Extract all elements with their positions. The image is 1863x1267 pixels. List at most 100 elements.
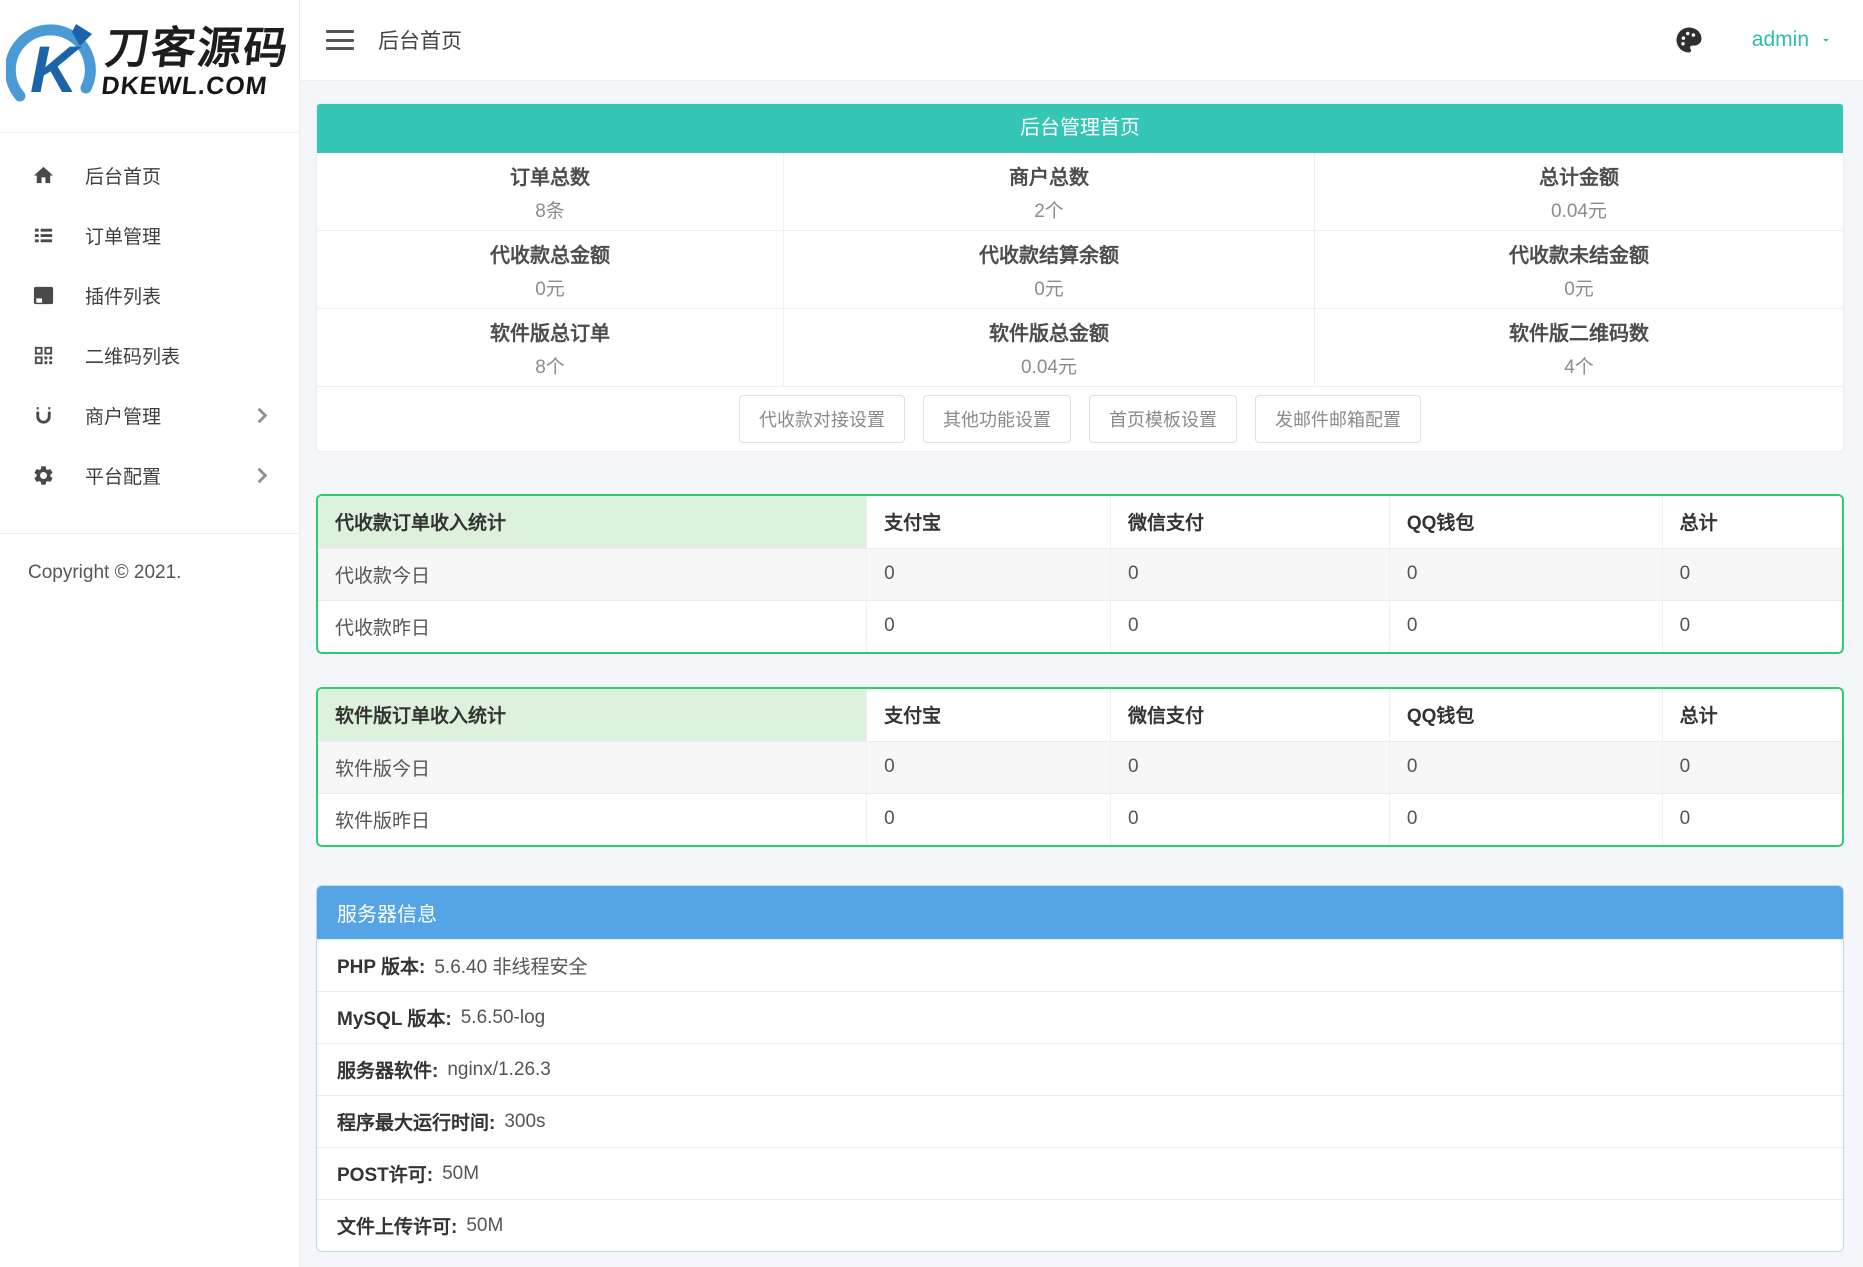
main-area: 后台首页 admin 后台管理首页 订单总数8条 商户总数2个 总计金额0.04… [300, 0, 1863, 1267]
cell-value: 0 [867, 548, 1111, 600]
username: admin [1752, 28, 1809, 52]
gear-icon [32, 464, 55, 487]
dashboard-panel-title: 后台管理首页 [317, 104, 1843, 153]
stat-collection-unsettled: 代收款未结金额0元 [1315, 231, 1843, 309]
svg-text:K: K [30, 32, 82, 106]
table-title: 代收款订单收入统计 [318, 496, 867, 548]
server-row-post-limit: POST许可:50M [317, 1147, 1843, 1199]
server-info-panel: 服务器信息 PHP 版本:5.6.40 非线程安全 MySQL 版本:5.6.5… [316, 885, 1844, 1252]
chevron-right-icon [250, 404, 273, 427]
column-qq-wallet: QQ钱包 [1389, 496, 1662, 548]
cell-value: 0 [1662, 741, 1842, 793]
page-title: 后台首页 [378, 25, 462, 55]
table-row: 软件版昨日 0 0 0 0 [318, 793, 1842, 845]
user-dropdown[interactable]: admin [1752, 28, 1833, 52]
cell-value: 0 [1389, 548, 1662, 600]
theme-palette-icon[interactable] [1674, 25, 1704, 55]
cell-value: 0 [1110, 741, 1389, 793]
sidebar-item-label: 商户管理 [85, 402, 250, 429]
qrcode-icon [32, 344, 55, 367]
sidebar-item-label: 订单管理 [85, 222, 273, 249]
column-alipay: 支付宝 [867, 689, 1111, 741]
stat-software-qrcodes: 软件版二维码数4个 [1315, 309, 1843, 387]
table-row: 代收款今日 0 0 0 0 [318, 548, 1842, 600]
column-wechat: 微信支付 [1110, 496, 1389, 548]
homepage-template-settings-button[interactable]: 首页模板设置 [1089, 395, 1237, 443]
cell-value: 0 [1110, 793, 1389, 845]
cell-value: 0 [1389, 741, 1662, 793]
cell-value: 0 [1662, 548, 1842, 600]
table-row: 代收款昨日 0 0 0 0 [318, 600, 1842, 652]
sidebar-item-label: 后台首页 [85, 162, 273, 189]
stats-grid: 订单总数8条 商户总数2个 总计金额0.04元 代收款总金额0元 代收款结算余额… [317, 153, 1843, 387]
stat-collection-total: 代收款总金额0元 [317, 231, 784, 309]
sidebar-item-platform-config[interactable]: 平台配置 [0, 445, 299, 505]
magnet-icon [32, 404, 55, 427]
topbar-right: admin [1674, 25, 1833, 55]
cell-value: 0 [1389, 600, 1662, 652]
brand-text: 刀客源码 DKEWL.COM [100, 26, 292, 101]
table-row: 软件版今日 0 0 0 0 [318, 741, 1842, 793]
sidebar-item-merchants[interactable]: 商户管理 [0, 385, 299, 445]
cell-value: 0 [1110, 600, 1389, 652]
sidebar-item-plugins[interactable]: 插件列表 [0, 265, 299, 325]
server-info-title: 服务器信息 [317, 886, 1843, 939]
home-icon [32, 164, 55, 187]
row-label: 软件版昨日 [318, 793, 867, 845]
column-qq-wallet: QQ钱包 [1389, 689, 1662, 741]
dashboard-panel: 后台管理首页 订单总数8条 商户总数2个 总计金额0.04元 代收款总金额0元 … [316, 103, 1844, 452]
cell-value: 0 [1662, 793, 1842, 845]
brand-k-icon: K [6, 12, 102, 116]
row-label: 代收款今日 [318, 548, 867, 600]
sidebar-item-home[interactable]: 后台首页 [0, 145, 299, 205]
column-total: 总计 [1662, 496, 1842, 548]
content: 后台管理首页 订单总数8条 商户总数2个 总计金额0.04元 代收款总金额0元 … [300, 81, 1863, 1267]
row-label: 代收款昨日 [318, 600, 867, 652]
server-row-php: PHP 版本:5.6.40 非线程安全 [317, 939, 1843, 991]
table-header-row: 软件版订单收入统计 支付宝 微信支付 QQ钱包 总计 [318, 689, 1842, 741]
sidebar-menu: 后台首页 订单管理 插件列表 二维码列表 商户管理 平台配置 [0, 133, 299, 505]
server-row-mysql: MySQL 版本:5.6.50-log [317, 991, 1843, 1043]
column-alipay: 支付宝 [867, 496, 1111, 548]
stat-collection-settled: 代收款结算余额0元 [784, 231, 1315, 309]
server-row-upload-limit: 文件上传许可:50M [317, 1199, 1843, 1251]
column-wechat: 微信支付 [1110, 689, 1389, 741]
topbar: 后台首页 admin [300, 0, 1863, 81]
email-config-button[interactable]: 发邮件邮箱配置 [1255, 395, 1421, 443]
server-row-software: 服务器软件:nginx/1.26.3 [317, 1043, 1843, 1095]
cell-value: 0 [1110, 548, 1389, 600]
table-title: 软件版订单收入统计 [318, 689, 867, 741]
sidebar-item-label: 二维码列表 [85, 342, 273, 369]
brand-logo[interactable]: K 刀客源码 DKEWL.COM [0, 0, 299, 133]
plugin-icon [32, 284, 55, 307]
sidebar-item-label: 插件列表 [85, 282, 273, 309]
row-label: 软件版今日 [318, 741, 867, 793]
stat-total-amount: 总计金额0.04元 [1315, 153, 1843, 231]
collection-api-settings-button[interactable]: 代收款对接设置 [739, 395, 905, 443]
sidebar-item-label: 平台配置 [85, 462, 250, 489]
brand-domain: DKEWL.COM [100, 73, 287, 102]
cell-value: 0 [867, 741, 1111, 793]
copyright-text: Copyright © 2021. [0, 534, 299, 584]
cell-value: 0 [867, 600, 1111, 652]
admin-app: K 刀客源码 DKEWL.COM 后台首页 订单管理 插件列表 二维码 [0, 0, 1863, 1267]
sidebar-item-orders[interactable]: 订单管理 [0, 205, 299, 265]
stat-total-orders: 订单总数8条 [317, 153, 784, 231]
list-icon [32, 224, 55, 247]
sidebar: K 刀客源码 DKEWL.COM 后台首页 订单管理 插件列表 二维码 [0, 0, 300, 1267]
software-income-table: 软件版订单收入统计 支付宝 微信支付 QQ钱包 总计 软件版今日 0 0 0 [316, 687, 1844, 847]
hamburger-menu-icon[interactable] [326, 30, 354, 50]
table-header-row: 代收款订单收入统计 支付宝 微信支付 QQ钱包 总计 [318, 496, 1842, 548]
collection-income-table: 代收款订单收入统计 支付宝 微信支付 QQ钱包 总计 代收款今日 0 0 0 [316, 494, 1844, 654]
column-total: 总计 [1662, 689, 1842, 741]
stat-software-orders: 软件版总订单8个 [317, 309, 784, 387]
brand-name: 刀客源码 [103, 26, 292, 72]
cell-value: 0 [867, 793, 1111, 845]
cell-value: 0 [1662, 600, 1842, 652]
sidebar-item-qrcodes[interactable]: 二维码列表 [0, 325, 299, 385]
cell-value: 0 [1389, 793, 1662, 845]
other-function-settings-button[interactable]: 其他功能设置 [923, 395, 1071, 443]
chevron-right-icon [250, 464, 273, 487]
server-row-max-exec-time: 程序最大运行时间:300s [317, 1095, 1843, 1147]
stat-software-amount: 软件版总金额0.04元 [784, 309, 1315, 387]
